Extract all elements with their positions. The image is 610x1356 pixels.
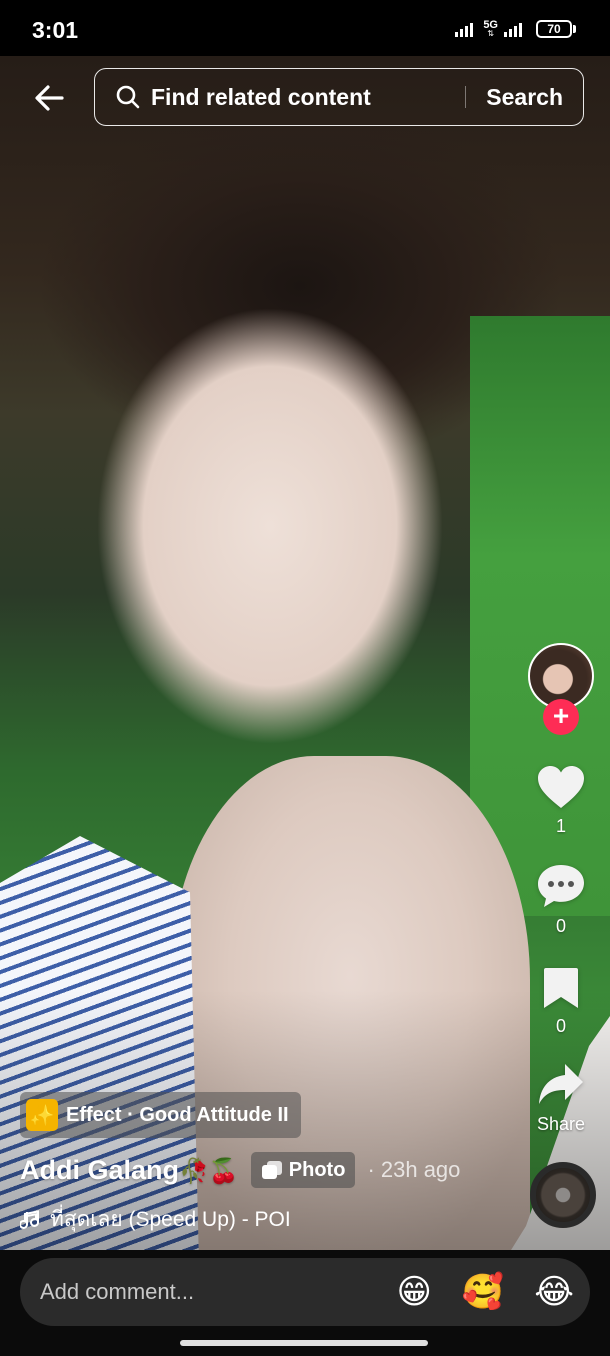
bottom-comment-bar: Add comment... 😁 🥰 😂 [0,1250,610,1356]
music-line[interactable]: ที่สุดเลย (Speed Up) - POI [20,1203,291,1236]
comment-input-box[interactable]: Add comment... 😁 🥰 😂 [20,1258,590,1326]
comment-button[interactable]: 0 [526,862,596,937]
author-name-group[interactable]: Addi Galang🥀🍒 [20,1155,239,1186]
signal-icon-2 [504,21,522,37]
music-title[interactable]: ที่สุดเลย (Speed Up) - POI [50,1203,291,1236]
author-name[interactable]: Addi Galang [20,1155,179,1185]
search-icon [116,85,140,109]
post-photo[interactable] [0,56,610,1250]
love-emoji-button[interactable]: 🥰 [462,1272,504,1312]
effect-chip[interactable]: ✨ Effect · Good Attitude II [20,1092,301,1138]
like-count: 1 [555,816,566,836]
photo-badge: Photo [250,1152,356,1188]
author-emoji: 🥀🍒 [179,1157,239,1185]
effect-icon: ✨ [26,1099,58,1131]
photo-mode-icon [261,1161,282,1179]
share-icon [539,1064,583,1104]
data-arrows-icon: ⇅ [487,29,494,38]
music-note-icon [20,1209,39,1229]
network-indicator: 5G ⇅ [483,20,498,38]
battery-icon: 70 [536,20,576,38]
search-button[interactable]: Search [466,84,583,111]
quick-emoji-row: 😁 🥰 😂 [396,1272,574,1312]
search-input[interactable]: Find related content [151,84,465,111]
bookmark-icon [544,968,578,1008]
comment-input[interactable]: Add comment... [40,1279,396,1305]
home-indicator[interactable] [180,1340,428,1346]
battery-level: 70 [547,22,561,36]
share-label: Share [536,1114,586,1134]
save-count: 0 [555,1016,566,1036]
effect-label: Effect · Good Attitude II [66,1103,289,1126]
comment-icon [538,865,584,907]
heart-icon [538,766,584,808]
back-arrow-icon[interactable] [32,80,68,116]
laugh-emoji-button[interactable]: 😂 [534,1272,574,1312]
status-bar: 3:01 5G ⇅ 70 [0,0,610,56]
post-time: · 23h ago [367,1157,461,1182]
comment-count: 0 [555,916,566,936]
follow-button[interactable]: + [543,699,579,735]
search-bar[interactable]: Find related content Search [94,68,584,126]
author-avatar-group[interactable]: + [526,643,596,735]
author-line: Addi Galang🥀🍒 Photo · 23h ago [20,1152,460,1188]
grin-emoji-button[interactable]: 😁 [396,1272,431,1312]
signal-icon [455,21,474,37]
share-button[interactable]: Share [526,1062,596,1135]
save-button[interactable]: 0 [526,966,596,1037]
status-time: 3:01 [32,17,79,43]
status-indicators: 5G ⇅ 70 [455,20,576,38]
photo-badge-label: Photo [288,1158,346,1181]
music-disc[interactable] [530,1162,596,1228]
like-button[interactable]: 1 [526,764,596,837]
